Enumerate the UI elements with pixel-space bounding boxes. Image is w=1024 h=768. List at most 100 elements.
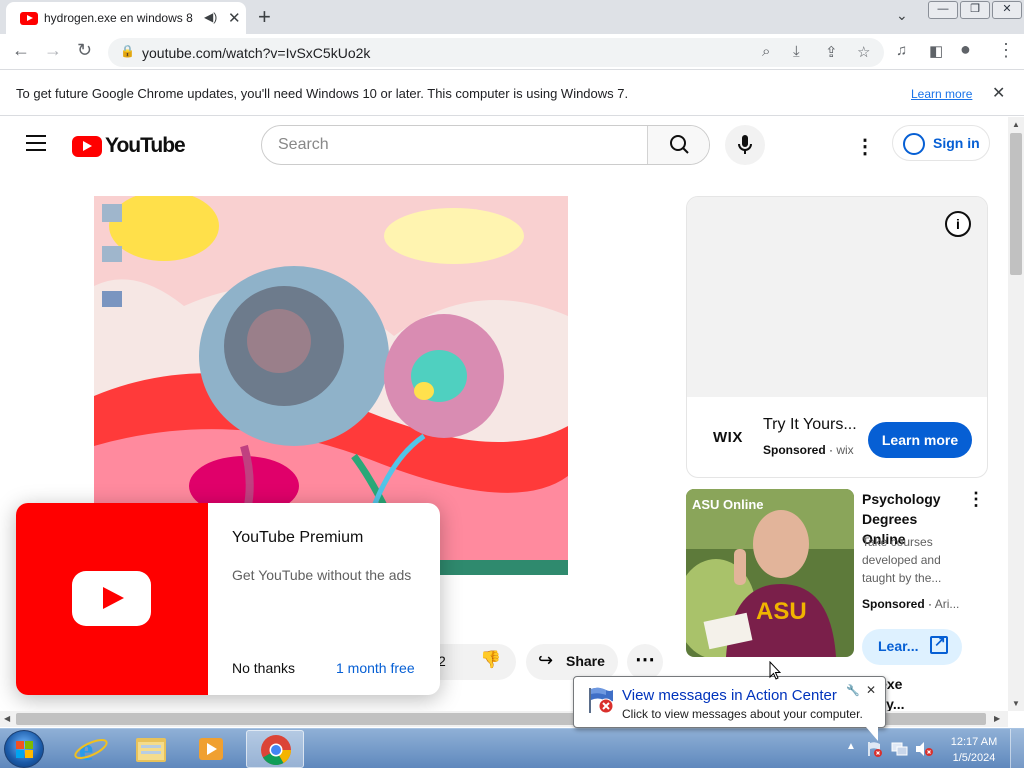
sign-in-label: Sign in (933, 135, 980, 151)
vertical-scrollbar[interactable]: ▲ ▼ (1008, 117, 1024, 711)
side-panel-icon[interactable]: ◧ (929, 42, 943, 60)
free-trial-button[interactable]: 1 month free (336, 660, 415, 676)
close-infobar-icon[interactable]: ✕ (992, 83, 1005, 103)
install-app-icon[interactable]: ⤓ (793, 43, 800, 60)
balloon-options-icon[interactable]: 🔧 (846, 684, 860, 697)
search-icon (670, 135, 689, 154)
volume-muted-icon[interactable] (914, 741, 934, 757)
share-arrow-icon: ↪ (538, 650, 554, 670)
network-icon[interactable] (890, 741, 908, 757)
sign-in-button[interactable]: Sign in (892, 125, 990, 161)
show-desktop-button[interactable] (1010, 729, 1024, 768)
search-input[interactable]: Search (262, 126, 647, 164)
bookmark-star-icon[interactable]: ☆ (857, 43, 870, 61)
window-controls: — ❐ ✕ (928, 1, 1024, 19)
hamburger-menu-icon[interactable] (26, 135, 46, 151)
audio-playing-icon[interactable]: ◀) (204, 10, 217, 24)
zoom-search-icon[interactable]: ⌕ (762, 43, 770, 60)
scroll-up-arrow-icon[interactable]: ▲ (1012, 120, 1020, 129)
action-center-balloon[interactable]: View messages in Action Center Click to … (573, 676, 886, 728)
more-actions-button[interactable]: ⋯ (627, 644, 663, 680)
taskbar-media-player[interactable] (182, 730, 240, 768)
share-label: Share (566, 653, 605, 669)
taskbar-file-explorer[interactable] (122, 730, 180, 768)
ad-thumbnail[interactable]: ASU ASU Online (686, 489, 854, 657)
reload-icon[interactable]: ↻ (77, 40, 92, 61)
mouse-cursor-icon (769, 661, 781, 680)
ad2-menu-icon[interactable]: ⋮ (967, 489, 985, 510)
asu-online-logo: ASU Online (692, 497, 764, 512)
tab-title: hydrogen.exe en windows 8 (44, 11, 193, 25)
back-arrow-icon[interactable]: ← (12, 40, 30, 61)
voice-search-button[interactable] (725, 125, 765, 165)
profile-avatar-icon[interactable]: ● (960, 39, 971, 60)
browser-tab[interactable]: hydrogen.exe en windows 8 ◀) ✕ (6, 2, 246, 34)
restore-button[interactable]: ❐ (960, 1, 990, 19)
action-center-warning-icon (589, 687, 614, 714)
youtube-premium-logo-icon (72, 571, 151, 626)
ad-brand-logo: WIX (713, 429, 743, 446)
ad2-advertiser: Ari... (934, 597, 960, 611)
url-text[interactable]: youtube.com/watch?v=IvSxC5kUo2k (142, 45, 370, 61)
folder-icon (136, 738, 166, 762)
new-tab-button[interactable]: + (258, 4, 271, 30)
ad2-learn-more-button[interactable]: Lear... (862, 629, 962, 665)
update-infobar: To get future Google Chrome updates, you… (0, 71, 1024, 116)
tab-strip: hydrogen.exe en windows 8 ◀) ✕ + ⌄ — ❐ ✕ (0, 0, 1024, 34)
action-center-flag-icon[interactable] (866, 740, 884, 758)
taskbar-internet-explorer[interactable]: e (62, 730, 120, 768)
balloon-subtitle: Click to view messages about your comput… (622, 707, 863, 721)
premium-banner (16, 503, 208, 695)
forward-arrow-icon[interactable]: → (44, 40, 62, 61)
ad-media-placeholder[interactable] (687, 197, 987, 397)
youtube-logo[interactable]: YouTube (72, 134, 186, 158)
youtube-play-logo-icon (72, 135, 102, 157)
taskbar-chrome[interactable] (246, 730, 304, 768)
media-controls-icon[interactable]: ♫ (896, 42, 907, 59)
youtube-masthead: YouTube Search ⋮ Sign in (0, 117, 1008, 173)
system-clock[interactable]: 12:17 AM 1/5/2024 (946, 734, 1002, 766)
microphone-icon (738, 135, 752, 154)
no-thanks-button[interactable]: No thanks (232, 660, 295, 676)
browser-toolbar: ← → ↻ 🔒 youtube.com/watch?v=IvSxC5kUo2k … (0, 34, 1024, 70)
share-button[interactable]: ↪ Share (526, 644, 618, 680)
settings-kebab-icon[interactable]: ⋮ (855, 134, 875, 159)
ad2-sponsored-label: Sponsored (862, 597, 925, 611)
close-tab-icon[interactable]: ✕ (228, 9, 241, 27)
chrome-icon (261, 735, 291, 766)
learn-more-button[interactable]: Learn more (868, 422, 972, 458)
chrome-menu-icon[interactable]: ⋮ (997, 40, 1015, 61)
balloon-tail (866, 727, 878, 741)
youtube-favicon-icon (20, 12, 38, 25)
share-page-icon[interactable]: ⇪ (825, 43, 838, 61)
dislike-thumb-icon[interactable]: 👎 (480, 650, 501, 670)
ad-headline[interactable]: Try It Yours... (763, 416, 857, 434)
scroll-down-arrow-icon[interactable]: ▼ (1012, 699, 1020, 708)
external-link-icon (930, 633, 948, 654)
window-close-button[interactable]: ✕ (992, 1, 1022, 19)
start-button[interactable] (4, 730, 44, 768)
lock-icon[interactable]: 🔒 (120, 44, 135, 58)
minimize-button[interactable]: — (928, 1, 958, 19)
search-button[interactable] (647, 126, 709, 164)
windows-logo-icon (16, 741, 33, 758)
vertical-scroll-thumb[interactable] (1010, 133, 1022, 275)
balloon-title[interactable]: View messages in Action Center (622, 687, 837, 704)
learn-more-link[interactable]: Learn more (911, 87, 972, 101)
ad2-sponsored-line: Sponsored · Ari... (862, 597, 960, 611)
search-box: Search (261, 125, 710, 165)
account-circle-icon (903, 133, 925, 155)
ad2-cta-label: Lear... (878, 638, 919, 654)
tab-search-chevron-icon[interactable]: ⌄ (896, 7, 908, 24)
clock-date: 1/5/2024 (952, 752, 996, 764)
balloon-close-icon[interactable]: ✕ (866, 683, 876, 697)
scroll-right-arrow-icon[interactable]: ▶ (994, 714, 1000, 723)
asu-shirt-text: ASU (756, 598, 807, 625)
ad-thumbnail-image: ASU ASU Online (686, 489, 854, 657)
scroll-left-arrow-icon[interactable]: ◀ (4, 714, 10, 723)
clock-time: 12:17 AM (950, 736, 998, 748)
ad-sponsored-line: Sponsored · wix (763, 443, 854, 457)
show-hidden-icons-icon[interactable]: ▲ (846, 741, 856, 752)
address-bar[interactable]: 🔒 youtube.com/watch?v=IvSxC5kUo2k ⌕ ⤓ ⇪ … (108, 38, 884, 67)
ad-info-icon[interactable]: i (945, 211, 971, 237)
